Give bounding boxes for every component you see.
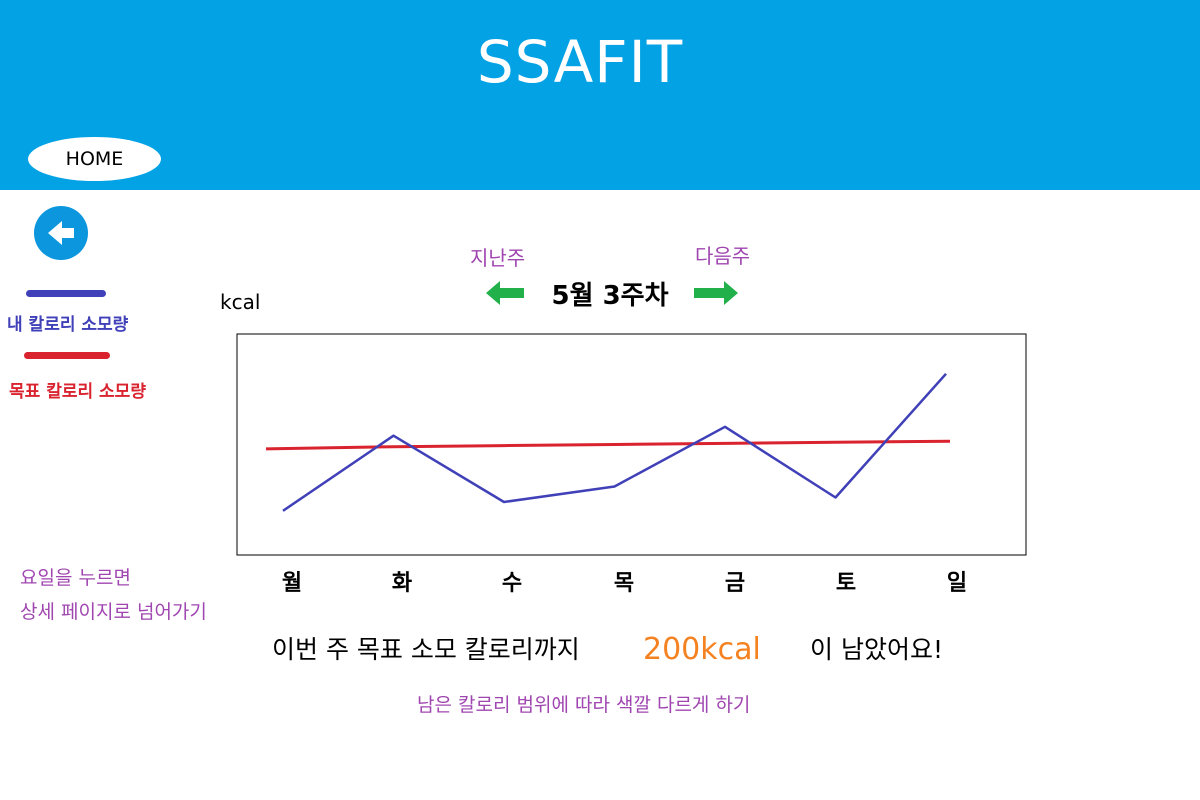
calorie-line-chart	[236, 333, 1027, 556]
target-calories-series	[265, 439, 951, 451]
day-label-2[interactable]: 수	[492, 565, 532, 597]
day-label-5[interactable]: 토	[826, 565, 866, 597]
summary-suffix: 이 남았어요!	[810, 635, 943, 664]
day-click-note-line2: 상세 페이지로 넘어가기	[20, 601, 207, 623]
day-label-4[interactable]: 금	[715, 565, 755, 597]
summary-prefix: 이번 주 목표 소모 칼로리까지	[272, 635, 580, 664]
day-label-1[interactable]: 화	[382, 565, 422, 597]
day-label-0[interactable]: 월	[272, 565, 312, 597]
remaining-calories: 200kcal	[643, 632, 761, 667]
day-label-6[interactable]: 일	[937, 565, 977, 597]
day-label-3[interactable]: 목	[604, 565, 644, 597]
color-range-note: 남은 칼로리 범위에 따라 색깔 다르게 하기	[417, 694, 751, 716]
day-click-note-line1: 요일을 누르면	[20, 567, 131, 589]
